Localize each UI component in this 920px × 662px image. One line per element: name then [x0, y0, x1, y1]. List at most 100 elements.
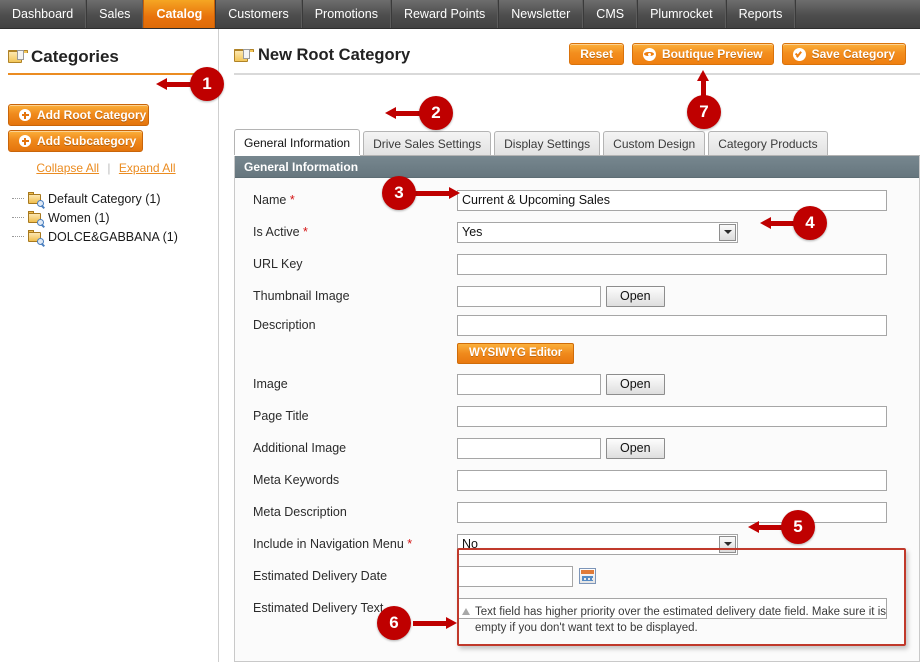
label-image: Image: [253, 377, 457, 391]
nav-label: Reward Points: [403, 7, 486, 21]
image-open-button[interactable]: Open: [606, 373, 665, 395]
include-in-nav-select[interactable]: No: [457, 533, 738, 555]
sidebar-title-rule: [8, 73, 204, 75]
page-title-input[interactable]: [457, 405, 887, 427]
nav-item-reports[interactable]: Reports: [725, 0, 796, 28]
nav-item-promotions[interactable]: Promotions: [301, 0, 391, 28]
estimated-delivery-note: Text field has higher priority over the …: [462, 604, 902, 636]
collapse-all-link[interactable]: Collapse All: [36, 161, 99, 175]
reset-label: Reset: [580, 47, 613, 61]
nav-item-customers[interactable]: Customers: [215, 0, 302, 28]
tab-label: Custom Design: [613, 136, 696, 151]
annotation-number: 5: [793, 517, 803, 536]
warning-triangle-icon: [462, 608, 470, 615]
field-row-additional-image: Additional Image Open: [235, 432, 919, 464]
field-row-image: Image Open: [235, 368, 919, 400]
wysiwyg-label: WYSIWYG Editor: [469, 347, 563, 359]
nav-item-dashboard[interactable]: Dashboard: [0, 0, 87, 28]
nav-label: Reports: [738, 7, 783, 21]
tree-connector: [12, 198, 24, 199]
meta-keywords-input[interactable]: [457, 469, 887, 491]
label-estimated-delivery-date: Estimated Delivery Date: [253, 569, 457, 583]
label-name-text: Name: [253, 193, 287, 207]
category-tree-item[interactable]: Default Category (1): [12, 189, 217, 208]
field-row-wysiwyg: WYSIWYG Editor: [235, 338, 919, 368]
tab-custom-design[interactable]: Custom Design: [603, 131, 706, 155]
tab-drive-sales-settings[interactable]: Drive Sales Settings: [363, 131, 492, 155]
category-tree-item[interactable]: Women (1): [12, 208, 217, 227]
meta-description-input[interactable]: [457, 501, 887, 523]
estimated-delivery-note-text: Text field has higher priority over the …: [475, 606, 886, 634]
save-category-button[interactable]: Save Category: [781, 43, 906, 65]
annotation-arrow-3: [414, 187, 460, 200]
label-image-text: Image: [253, 377, 288, 391]
add-subcategory-label: Add Subcategory: [37, 134, 137, 148]
additional-image-input[interactable]: [457, 437, 601, 459]
expand-all-link[interactable]: Expand All: [119, 161, 176, 175]
tree-connector: [12, 236, 24, 237]
folder-icon: [234, 48, 254, 63]
is-active-value: Yes: [462, 225, 483, 239]
wysiwyg-editor-button[interactable]: WYSIWYG Editor: [457, 342, 575, 364]
name-input[interactable]: [457, 189, 887, 211]
category-form: Name * Is Active * Yes URL Key: [235, 178, 919, 624]
field-row-page-title: Page Title: [235, 400, 919, 432]
nav-item-sales[interactable]: Sales: [86, 0, 144, 28]
annotation-number: 4: [805, 213, 815, 232]
is-active-select[interactable]: Yes: [457, 221, 738, 243]
thumbnail-open-button[interactable]: Open: [606, 285, 665, 307]
thumbnail-image-input[interactable]: [457, 285, 601, 307]
annotation-badge-1: 1: [190, 67, 224, 101]
nav-item-newsletter[interactable]: Newsletter: [498, 0, 584, 28]
include-in-nav-value: No: [462, 537, 478, 551]
tab-general-information[interactable]: General Information: [234, 129, 361, 155]
nav-item-reward-points[interactable]: Reward Points: [390, 0, 499, 28]
nav-item-cms[interactable]: CMS: [583, 0, 638, 28]
required-marker: *: [407, 537, 413, 551]
reset-button[interactable]: Reset: [569, 43, 624, 65]
category-tree-item[interactable]: DOLCE&GABBANA (1): [12, 227, 217, 246]
page-action-buttons: Reset Boutique Preview Save Category: [569, 43, 920, 65]
tab-category-products[interactable]: Category Products: [708, 131, 828, 155]
label-is-active-text: Is Active: [253, 225, 300, 239]
additional-image-open-button[interactable]: Open: [606, 437, 665, 459]
required-marker: *: [289, 193, 295, 207]
description-input[interactable]: [457, 314, 887, 336]
add-subcategory-button[interactable]: Add Subcategory: [8, 130, 143, 152]
label-page-title-text: Page Title: [253, 409, 309, 423]
category-tree-item-label: Women (1): [48, 210, 110, 225]
page-title: New Root Category: [258, 46, 411, 64]
annotation-arrow-6: [413, 617, 457, 630]
label-url-key-text: URL Key: [253, 257, 303, 271]
calendar-icon[interactable]: [579, 568, 596, 584]
plus-icon: [19, 135, 31, 147]
category-tree-item-label: Default Category (1): [48, 191, 161, 206]
field-row-meta-description: Meta Description: [235, 496, 919, 528]
nav-label: Plumrocket: [650, 7, 713, 21]
nav-item-catalog[interactable]: Catalog: [143, 0, 216, 28]
nav-label: Dashboard: [12, 7, 74, 21]
url-key-input[interactable]: [457, 253, 887, 275]
annotation-number: 2: [431, 103, 441, 122]
field-row-url-key: URL Key: [235, 248, 919, 280]
nav-label: Sales: [99, 7, 131, 21]
tab-display-settings[interactable]: Display Settings: [494, 131, 601, 155]
label-page-title: Page Title: [253, 409, 457, 423]
annotation-badge-3: 3: [382, 176, 416, 210]
label-estimated-delivery-text: Estimated Delivery Text: [253, 601, 457, 615]
open-label: Open: [620, 377, 651, 391]
label-meta-description-text: Meta Description: [253, 505, 347, 519]
tree-connector: [12, 217, 24, 218]
label-estimated-delivery-date-text: Estimated Delivery Date: [253, 569, 388, 583]
required-marker: *: [303, 225, 308, 239]
nav-item-plumrocket[interactable]: Plumrocket: [637, 0, 726, 28]
categories-sidebar: Categories Add Root Category Add Subcate…: [0, 29, 219, 662]
tab-label: Display Settings: [504, 136, 591, 151]
annotation-badge-5: 5: [781, 510, 815, 544]
boutique-preview-button[interactable]: Boutique Preview: [631, 43, 774, 65]
estimated-delivery-date-input[interactable]: [457, 565, 573, 587]
tab-label: Drive Sales Settings: [373, 136, 482, 151]
image-input[interactable]: [457, 373, 601, 395]
category-folder-icon: [28, 210, 44, 226]
add-root-category-button[interactable]: Add Root Category: [8, 104, 149, 126]
